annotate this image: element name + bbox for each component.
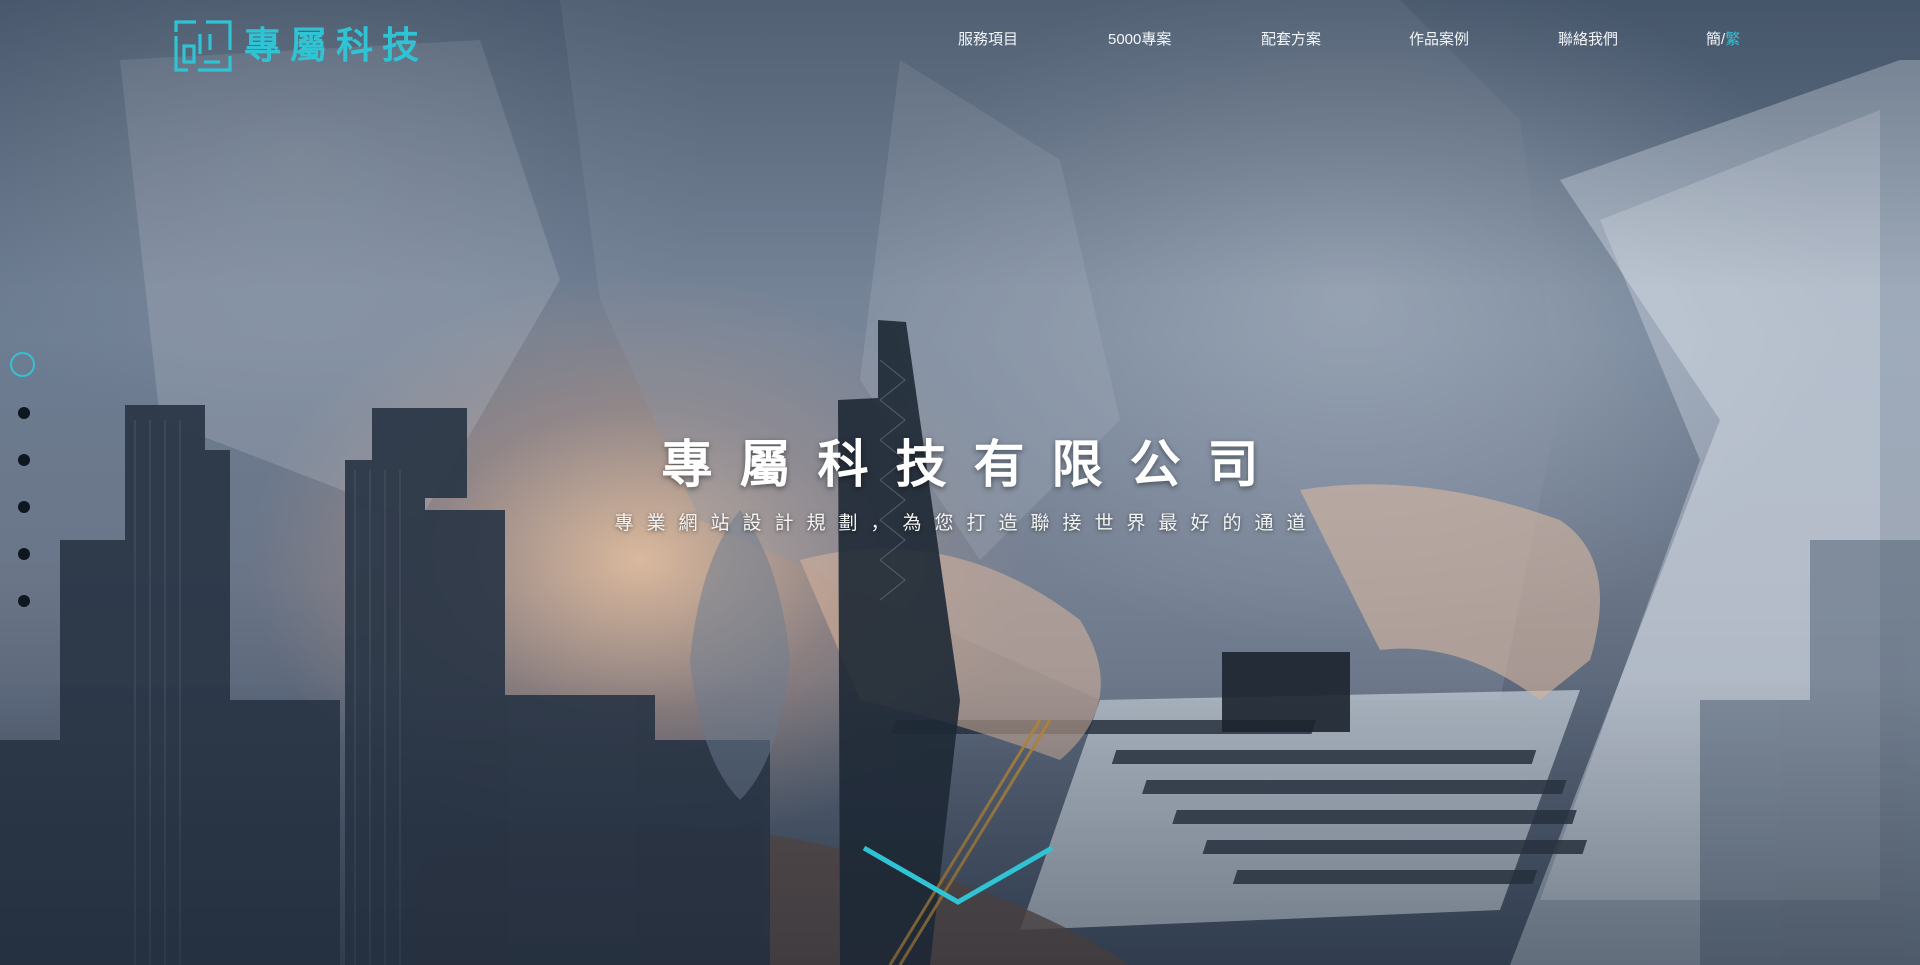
nav-item-5000-project[interactable]: 5000專案 xyxy=(1108,28,1171,52)
hero-banner: 專屬科技 服務項目 5000專案 配套方案 作品案例 聯絡我們 簡/繁 專屬科技… xyxy=(0,0,1920,965)
lang-traditional[interactable]: 繁 xyxy=(1725,31,1740,48)
section-dot-6[interactable] xyxy=(18,595,30,607)
site-header: 專屬科技 服務項目 5000專案 配套方案 作品案例 聯絡我們 簡/繁 xyxy=(0,0,1920,80)
hero-title: 專屬科技有限公司 xyxy=(661,436,1286,495)
language-switcher: 簡/繁 xyxy=(1706,28,1740,52)
nav-item-services[interactable]: 服務項目 xyxy=(958,28,1018,52)
section-dot-1[interactable] xyxy=(10,352,35,377)
nav-item-packages[interactable]: 配套方案 xyxy=(1261,28,1321,52)
hero-subtitle: 專業網站設計規劃，為您打造聯接世界最好的通道 xyxy=(614,512,1319,534)
section-dot-5[interactable] xyxy=(18,548,30,560)
main-nav: 服務項目 5000專案 配套方案 作品案例 聯絡我們 簡/繁 xyxy=(0,28,1920,52)
section-dot-2[interactable] xyxy=(18,407,30,419)
nav-item-contact[interactable]: 聯絡我們 xyxy=(1558,28,1618,52)
nav-item-portfolio[interactable]: 作品案例 xyxy=(1409,28,1469,52)
lang-simplified[interactable]: 簡 xyxy=(1706,31,1721,48)
chevron-down-icon[interactable] xyxy=(860,842,1056,908)
